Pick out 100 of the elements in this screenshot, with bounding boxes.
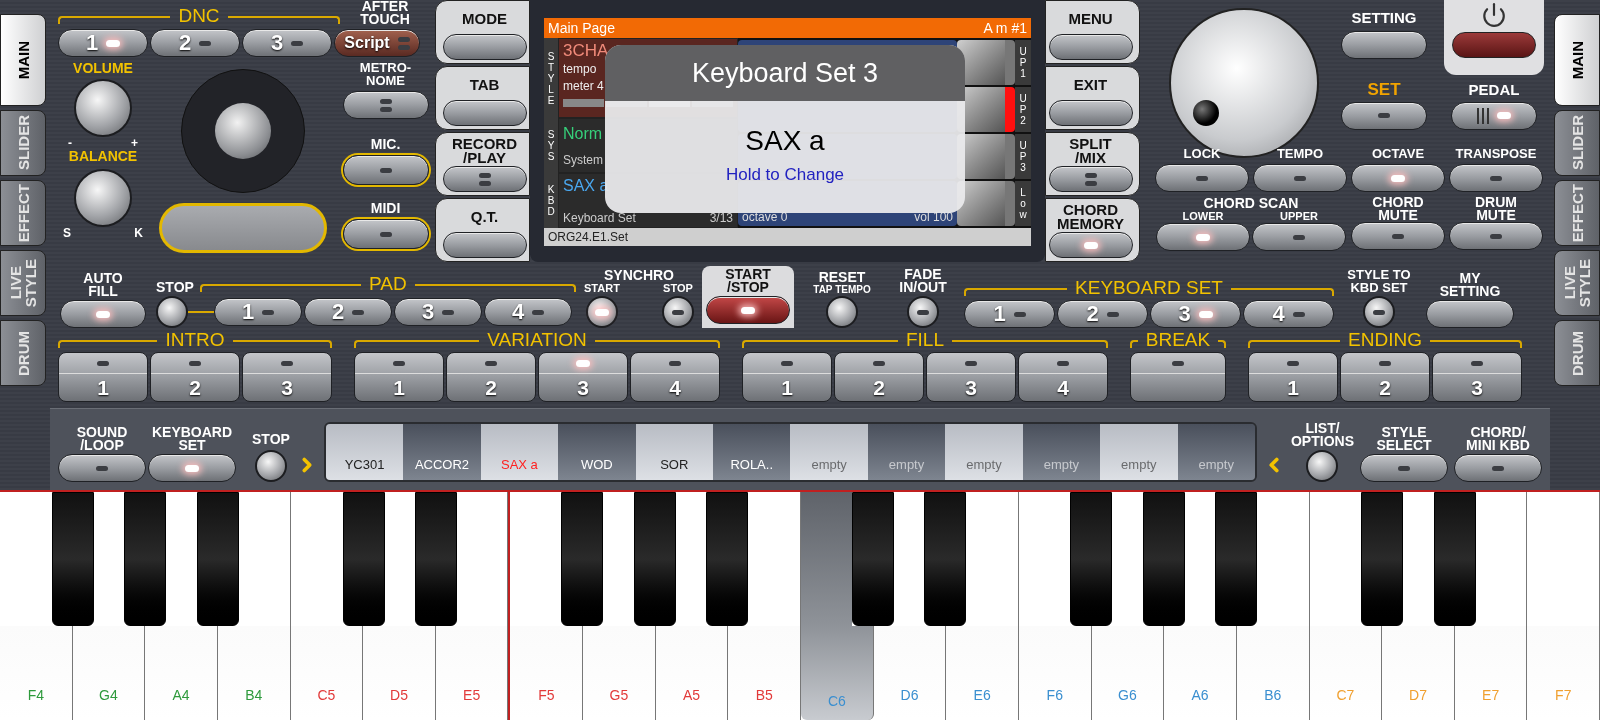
piano-key[interactable]: B6 [1236, 626, 1310, 720]
panel-button[interactable]: 1 [964, 300, 1055, 328]
panel-button[interactable] [442, 34, 527, 60]
side-tab[interactable]: SLIDER [1554, 110, 1600, 176]
panel-button[interactable]: 4 [1243, 300, 1334, 328]
sharp-key[interactable] [1142, 492, 1185, 626]
sharp-key[interactable] [706, 492, 749, 626]
sound-slot[interactable]: ACCOR2 [403, 424, 481, 480]
side-tab[interactable]: LIVE STYLE [0, 250, 46, 316]
piano-key[interactable]: E6 [946, 626, 1019, 720]
sharp-key[interactable] [633, 492, 676, 626]
sound-slot[interactable]: WOD [558, 424, 636, 480]
knob[interactable] [662, 296, 694, 328]
sound-slot[interactable]: empty [1022, 424, 1101, 480]
piano-key[interactable]: D5 [363, 626, 436, 720]
piano-key[interactable]: G4 [72, 626, 146, 720]
panel-button[interactable]: 2 [1057, 300, 1148, 328]
panel-button[interactable]: 4 [484, 298, 572, 326]
side-tab[interactable]: MAIN [1554, 14, 1600, 106]
touch-pad[interactable] [159, 203, 327, 253]
knob[interactable] [585, 296, 618, 328]
knob[interactable] [254, 450, 287, 482]
section-button[interactable]: 3 [926, 352, 1016, 402]
sound-slot[interactable]: empty [945, 424, 1023, 480]
panel-button[interactable] [1155, 164, 1249, 192]
side-tab[interactable]: MAIN [0, 14, 46, 106]
panel-button[interactable] [1048, 166, 1133, 192]
panel-button[interactable]: 3 [1150, 300, 1241, 328]
panel-button[interactable] [1048, 232, 1133, 258]
piano-key[interactable]: F7 [1527, 626, 1600, 720]
sound-slot[interactable]: YC301 [325, 424, 404, 480]
section-button[interactable]: 1 [354, 352, 444, 402]
panel-button[interactable]: 2 [304, 298, 392, 326]
panel-button[interactable] [58, 454, 146, 482]
side-tab[interactable]: EFFECT [1554, 180, 1600, 246]
panel-button[interactable] [1252, 223, 1346, 251]
piano-key[interactable]: A6 [1164, 626, 1237, 720]
sharp-key[interactable] [51, 492, 94, 626]
piano-key[interactable]: C5 [290, 626, 364, 720]
knob[interactable] [826, 296, 858, 328]
sound-slot[interactable]: empty [790, 424, 868, 480]
sound-slot[interactable]: empty [1177, 424, 1255, 480]
piano-key[interactable]: C6 [801, 626, 874, 720]
section-button[interactable]: 2 [446, 352, 536, 402]
panel-button[interactable] [1048, 100, 1133, 126]
section-button[interactable]: 3 [242, 352, 332, 402]
sound-slot[interactable]: SAX a [480, 424, 559, 480]
panel-button[interactable] [706, 296, 790, 324]
piano-key[interactable]: B4 [217, 626, 291, 720]
piano-key[interactable]: D7 [1382, 626, 1455, 720]
section-button[interactable]: 2 [834, 352, 924, 402]
panel-button[interactable] [1454, 454, 1542, 482]
power-button[interactable] [1452, 32, 1536, 58]
panel-button[interactable] [1351, 222, 1445, 250]
panel-button[interactable] [148, 454, 236, 482]
side-tab[interactable]: DRUM [1554, 320, 1600, 386]
sharp-key[interactable] [1069, 492, 1112, 626]
section-button[interactable]: 1 [58, 352, 148, 402]
knob[interactable] [1363, 296, 1395, 328]
piano-key[interactable]: F4 [0, 626, 73, 720]
panel-button[interactable] [1351, 164, 1445, 192]
side-tab[interactable]: LIVE STYLE [1554, 250, 1600, 316]
piano-key[interactable]: E5 [435, 626, 509, 720]
section-button[interactable]: 3 [1432, 352, 1522, 402]
sound-slot[interactable]: empty [1100, 424, 1178, 480]
sharp-key[interactable] [1433, 492, 1476, 626]
sharp-key[interactable] [1215, 492, 1258, 626]
panel-button[interactable] [1360, 454, 1448, 482]
piano-key[interactable]: A5 [655, 626, 729, 720]
sound-slot[interactable]: empty [867, 424, 946, 480]
side-tab[interactable]: DRUM [0, 320, 46, 386]
sharp-key[interactable] [560, 492, 603, 626]
piano-key[interactable]: G6 [1091, 626, 1165, 720]
piano-key[interactable]: A4 [145, 626, 218, 720]
panel-button[interactable] [1341, 101, 1427, 130]
panel-button[interactable] [1449, 164, 1543, 192]
panel-button[interactable] [342, 155, 429, 185]
panel-button[interactable]: 1 [214, 298, 302, 326]
panel-button[interactable]: 2 [150, 29, 240, 57]
knob[interactable] [907, 296, 939, 328]
panel-button[interactable] [1048, 34, 1133, 60]
panel-button[interactable] [442, 100, 527, 126]
sharp-key[interactable] [1360, 492, 1403, 626]
knob[interactable] [1306, 450, 1339, 482]
panel-button[interactable] [342, 219, 429, 249]
panel-button[interactable]: 3 [394, 298, 482, 326]
section-button[interactable]: 2 [150, 352, 240, 402]
panel-button[interactable]: Script [334, 29, 420, 57]
section-button[interactable]: 1 [1248, 352, 1338, 402]
panel-button[interactable] [1426, 300, 1514, 328]
piano-key[interactable]: F6 [1018, 626, 1092, 720]
panel-button[interactable] [1341, 31, 1427, 59]
piano-key[interactable]: C7 [1309, 626, 1383, 720]
panel-button[interactable] [442, 166, 527, 192]
panel-button[interactable] [1253, 164, 1347, 192]
sound-slot[interactable]: SOR [635, 424, 713, 480]
sound-slot[interactable]: ROLA.. [713, 424, 791, 480]
sharp-key[interactable] [415, 492, 458, 626]
piano-key[interactable]: F5 [508, 626, 584, 720]
panel-button[interactable] [1451, 101, 1537, 130]
